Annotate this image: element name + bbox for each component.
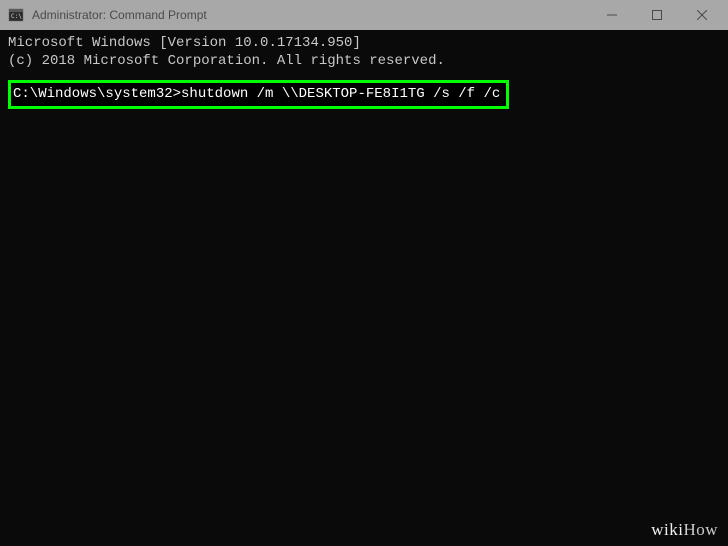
svg-text:C:\: C:\ — [11, 13, 22, 20]
wikihow-watermark: wikiHow — [651, 520, 718, 540]
watermark-part2: How — [683, 520, 718, 539]
window-title: Administrator: Command Prompt — [32, 8, 589, 22]
command-text: shutdown /m \\DESKTOP-FE8I1TG /s /f /c — [181, 86, 500, 102]
terminal-body[interactable]: Microsoft Windows [Version 10.0.17134.95… — [0, 30, 728, 546]
minimize-button[interactable] — [589, 0, 634, 30]
watermark-part1: wiki — [651, 520, 683, 539]
prompt-path: C:\Windows\system32> — [13, 86, 181, 102]
command-prompt-window: C:\ Administrator: Command Prompt Micros… — [0, 0, 728, 546]
maximize-button[interactable] — [634, 0, 679, 30]
version-line: Microsoft Windows [Version 10.0.17134.95… — [8, 34, 720, 52]
window-controls — [589, 0, 724, 30]
cmd-icon: C:\ — [8, 7, 24, 23]
copyright-line: (c) 2018 Microsoft Corporation. All righ… — [8, 52, 720, 70]
close-button[interactable] — [679, 0, 724, 30]
highlighted-command-box: C:\Windows\system32>shutdown /m \\DESKTO… — [8, 80, 509, 108]
titlebar[interactable]: C:\ Administrator: Command Prompt — [0, 0, 728, 30]
